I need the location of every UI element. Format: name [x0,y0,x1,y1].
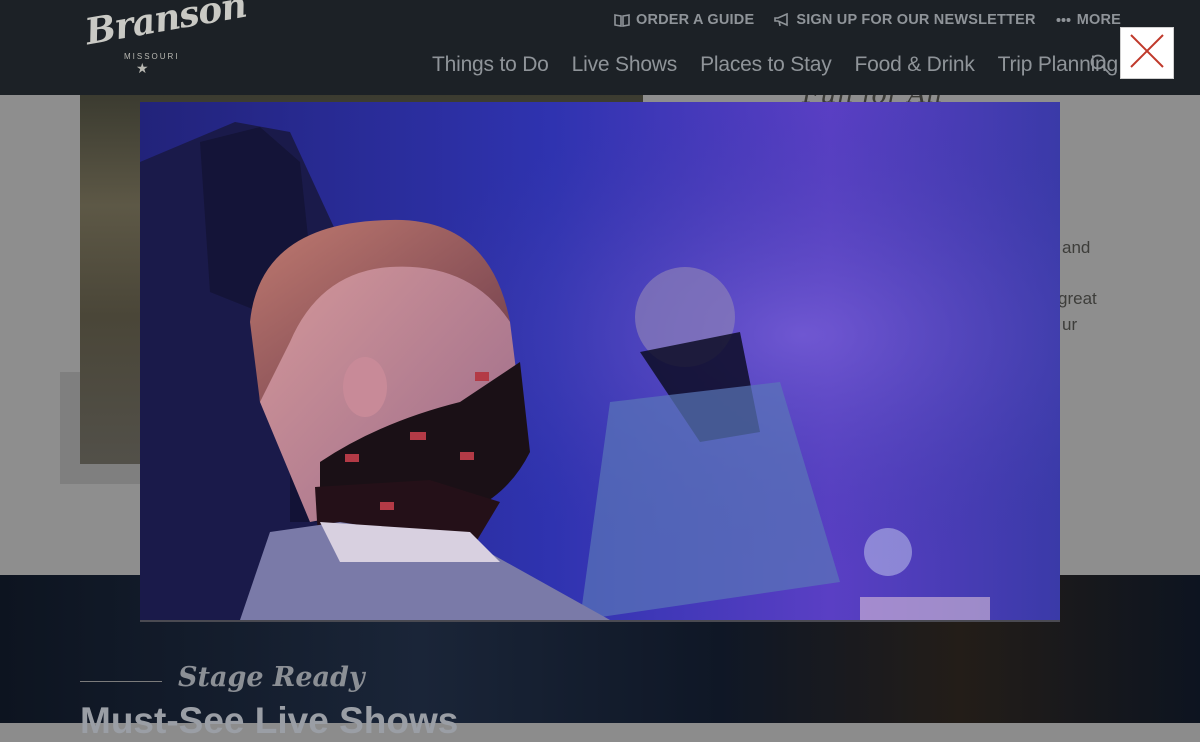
close-icon [1129,33,1165,74]
section-divider [80,681,162,682]
logo-subtitle: MISSOURI [124,52,180,61]
site-header: Branson MISSOURI ★ ORDER A GUIDE SIGN UP… [0,0,1200,95]
close-lightbox-button[interactable] [1120,27,1174,79]
nav-item-food-drink[interactable]: Food & Drink [855,53,975,77]
more-link[interactable]: MORE [1056,12,1121,28]
nav-item-places-to-stay[interactable]: Places to Stay [700,53,832,77]
search-icon [1090,54,1110,78]
branson-logo[interactable]: Branson MISSOURI ★ [80,0,249,78]
order-guide-label: ORDER A GUIDE [635,12,755,28]
more-label: MORE [1076,12,1121,28]
background-text-fragment: great [1058,289,1097,308]
nav-item-live-shows[interactable]: Live Shows [572,53,678,77]
search-button[interactable] [1090,54,1110,79]
background-text-fragment: ur [1062,315,1078,334]
boy-gaming-photo [140,102,1060,620]
book-icon [614,13,630,27]
ellipsis-icon [1056,17,1071,23]
lightbox-image [140,102,1060,622]
logo-wordmark: Branson [82,0,250,54]
megaphone-icon [774,13,790,27]
utility-nav: ORDER A GUIDE SIGN UP FOR OUR NEWSLETTER… [614,12,1121,28]
background-text-fragment: and [1062,238,1091,257]
newsletter-label: SIGN UP FOR OUR NEWSLETTER [796,12,1036,28]
main-nav: Things to Do Live Shows Places to Stay F… [432,53,1118,77]
section-title: Must-See Live Shows [80,700,459,741]
section-kicker: Stage Ready [178,662,365,693]
nav-item-things-to-do[interactable]: Things to Do [432,53,549,77]
order-guide-link[interactable]: ORDER A GUIDE [614,12,754,28]
star-icon: ★ [136,60,149,76]
newsletter-link[interactable]: SIGN UP FOR OUR NEWSLETTER [774,12,1035,28]
